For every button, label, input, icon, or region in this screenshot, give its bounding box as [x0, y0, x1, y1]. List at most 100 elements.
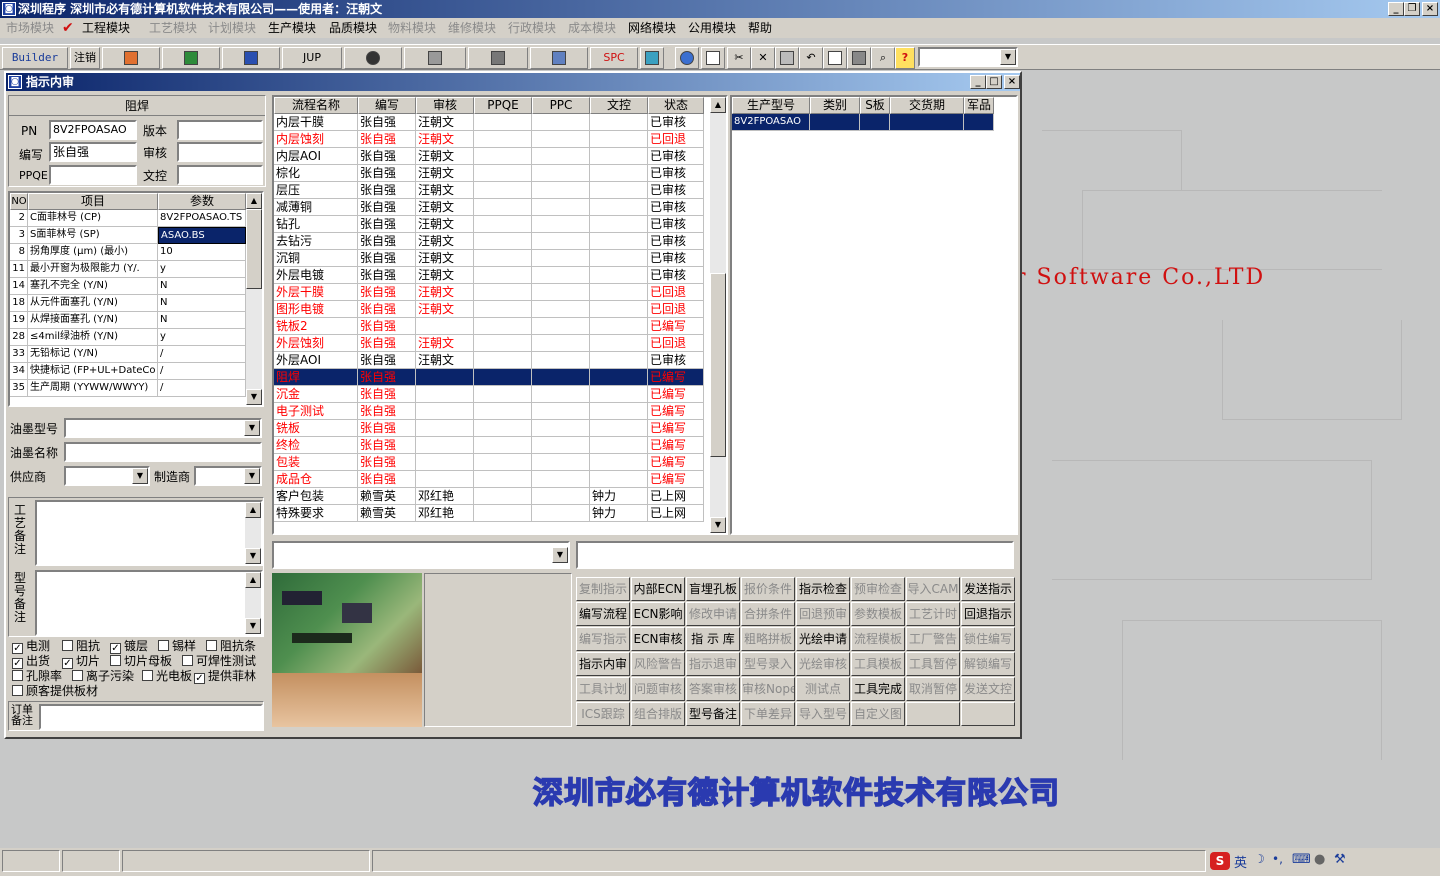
option-checkbox[interactable]: ✓ 镀层 — [110, 639, 148, 654]
option-checkbox[interactable]: 光电板 — [142, 669, 192, 683]
process-row[interactable]: 外层蚀刻 张自强 汪朝文 已回退 — [274, 335, 704, 352]
action-button[interactable]: 导入型号 — [796, 702, 850, 726]
action-button[interactable]: 答案审核 — [686, 677, 740, 701]
action-button[interactable]: 工艺计时 — [906, 602, 960, 626]
process-row[interactable]: 内层蚀刻 张自强 汪朝文 已回退 — [274, 131, 704, 148]
action-button[interactable]: 指示内审 — [576, 652, 630, 676]
process-scrollbar[interactable]: ▲ ▼ — [710, 97, 726, 533]
process-row[interactable]: 包装 张自强 已编写 — [274, 454, 704, 471]
process-row[interactable]: 棕化 张自强 汪朝文 已审核 — [274, 165, 704, 182]
action-button[interactable]: 问题审核 — [631, 677, 685, 701]
ie-button[interactable] — [675, 47, 699, 69]
user-icon[interactable]: ● — [1314, 852, 1325, 867]
menu-admin[interactable]: 行政模块 — [508, 18, 556, 38]
ime-mode[interactable]: 英 — [1234, 852, 1247, 871]
option-checkbox[interactable]: 孔隙率 — [12, 669, 62, 683]
option-checkbox[interactable]: 顾客提供板材 — [12, 684, 98, 698]
view-button[interactable] — [344, 47, 402, 69]
process-row[interactable]: 钻孔 张自强 汪朝文 已审核 — [274, 216, 704, 233]
process-row[interactable]: 外层AOI 张自强 汪朝文 已审核 — [274, 352, 704, 369]
action-button[interactable]: ECN审核 — [631, 627, 685, 651]
action-button[interactable]: 复制指示 — [576, 577, 630, 601]
action-button[interactable]: 审核Nope — [741, 677, 795, 701]
params-row[interactable]: 14 塞孔不完全 (Y/N) N — [10, 278, 246, 295]
action-button[interactable]: 修改申请 — [686, 602, 740, 626]
params-cell-value[interactable]: ASAO.BS — [158, 227, 246, 244]
maker-combo[interactable]: ▼ — [194, 466, 262, 486]
params-row[interactable]: 35 生产周期 (YYWW/WWYY) / — [10, 380, 246, 397]
checkbox-box[interactable] — [72, 670, 83, 681]
checkbox-box[interactable] — [182, 655, 193, 666]
params-row[interactable]: 8 拐角厚度 (μm) (最小) 10 — [10, 244, 246, 261]
action-button[interactable]: 光绘申请 — [796, 627, 850, 651]
action-button[interactable]: 预审检查 — [851, 577, 905, 601]
scroll-thumb[interactable] — [246, 209, 262, 289]
option-checkbox[interactable]: ✓ 出货 — [12, 654, 50, 669]
spc-button[interactable]: SPC — [590, 47, 638, 69]
menu-help[interactable]: 帮助 — [748, 18, 772, 38]
network-button[interactable] — [468, 47, 528, 69]
scroll-down-icon[interactable]: ▼ — [246, 389, 262, 405]
params-row[interactable]: 2 C面菲林号 (CP) 8V2FPOASAO.TS — [10, 210, 246, 227]
word-button[interactable] — [222, 47, 280, 69]
action-button[interactable]: 自定义图 — [851, 702, 905, 726]
computer-button[interactable] — [530, 47, 588, 69]
action-button[interactable]: 解锁编写 — [961, 652, 1015, 676]
chevron-down-icon[interactable]: ▼ — [132, 468, 148, 484]
logout-button[interactable]: 注销 — [70, 47, 100, 69]
toolbar-combo[interactable]: ▼ — [918, 47, 1018, 67]
builder-button[interactable]: Builder — [2, 47, 68, 69]
checkbox-box[interactable] — [142, 670, 153, 681]
menu-network[interactable]: 网络模块 — [628, 18, 676, 38]
action-button[interactable]: 内部ECN — [631, 577, 685, 601]
jup-button[interactable]: JUP — [282, 47, 342, 69]
menu-public[interactable]: 公用模块 — [688, 18, 736, 38]
action-button[interactable]: 编写指示 — [576, 627, 630, 651]
action-button[interactable]: 下单差异 — [741, 702, 795, 726]
minimize-icon[interactable]: _ — [1388, 2, 1404, 16]
chevron-down-icon[interactable]: ▼ — [244, 420, 260, 436]
chevron-down-icon[interactable]: ▼ — [1000, 49, 1016, 65]
window-minimize-icon[interactable]: _ — [970, 75, 986, 89]
ink-name-field[interactable] — [64, 442, 262, 462]
option-checkbox[interactable]: 阻抗条 — [206, 639, 256, 653]
action-button[interactable]: 报价条件 — [741, 577, 795, 601]
process-row[interactable]: 成品仓 张自强 已编写 — [274, 471, 704, 488]
option-checkbox[interactable]: 可焊性测试 — [182, 654, 256, 668]
option-checkbox[interactable]: 切片母板 — [110, 654, 172, 668]
params-cell-value[interactable]: 10 — [158, 244, 246, 261]
params-row[interactable]: 11 最小开窗为极限能力 (Y/. y — [10, 261, 246, 278]
memo-field[interactable] — [576, 541, 1014, 569]
craft-notes-scrollbar[interactable]: ▲ ▼ — [245, 502, 261, 564]
action-button[interactable]: 工具暂停 — [906, 652, 960, 676]
params-scrollbar[interactable]: ▲ ▼ — [246, 193, 262, 405]
action-button[interactable]: 发送指示 — [961, 577, 1015, 601]
refresh-button[interactable] — [640, 47, 664, 69]
restore-icon[interactable]: ❐ — [1404, 2, 1420, 16]
process-row[interactable]: 沉铜 张自强 汪朝文 已审核 — [274, 250, 704, 267]
craft-notes-textarea[interactable]: ▲ ▼ — [35, 500, 263, 566]
process-row[interactable]: 内层AOI 张自强 汪朝文 已审核 — [274, 148, 704, 165]
sogou-icon[interactable]: S — [1210, 852, 1230, 870]
process-row[interactable]: 阻焊 张自强 已编写 — [274, 369, 704, 386]
moon-icon[interactable]: ☽ — [1254, 852, 1265, 866]
author-field[interactable]: 张自强 — [49, 142, 137, 162]
checkbox-box[interactable]: ✓ — [110, 643, 121, 654]
supplier-combo[interactable]: ▼ — [64, 466, 150, 486]
action-button[interactable] — [961, 702, 1015, 726]
scroll-thumb[interactable] — [710, 273, 726, 457]
process-row[interactable]: 外层电镀 张自强 汪朝文 已审核 — [274, 267, 704, 284]
process-row[interactable]: 内层干膜 张自强 汪朝文 已审核 — [274, 114, 704, 131]
help-button[interactable]: ? — [895, 47, 915, 69]
action-button[interactable]: 工具完成 — [851, 677, 905, 701]
menu-production[interactable]: 生产模块 — [268, 18, 316, 38]
params-cell-value[interactable]: y — [158, 329, 246, 346]
menu-material[interactable]: 物料模块 — [388, 18, 436, 38]
params-cell-value[interactable]: N — [158, 295, 246, 312]
version-field[interactable] — [177, 120, 263, 140]
action-button[interactable]: 合拼条件 — [741, 602, 795, 626]
process-row[interactable]: 特殊要求 赖雪英 邓红艳 钟力 已上网 — [274, 505, 704, 522]
menu-craft[interactable]: 工艺模块 — [149, 18, 197, 38]
action-button[interactable]: 指 示 库 — [686, 627, 740, 651]
process-row[interactable]: 外层干膜 张自强 汪朝文 已回退 — [274, 284, 704, 301]
